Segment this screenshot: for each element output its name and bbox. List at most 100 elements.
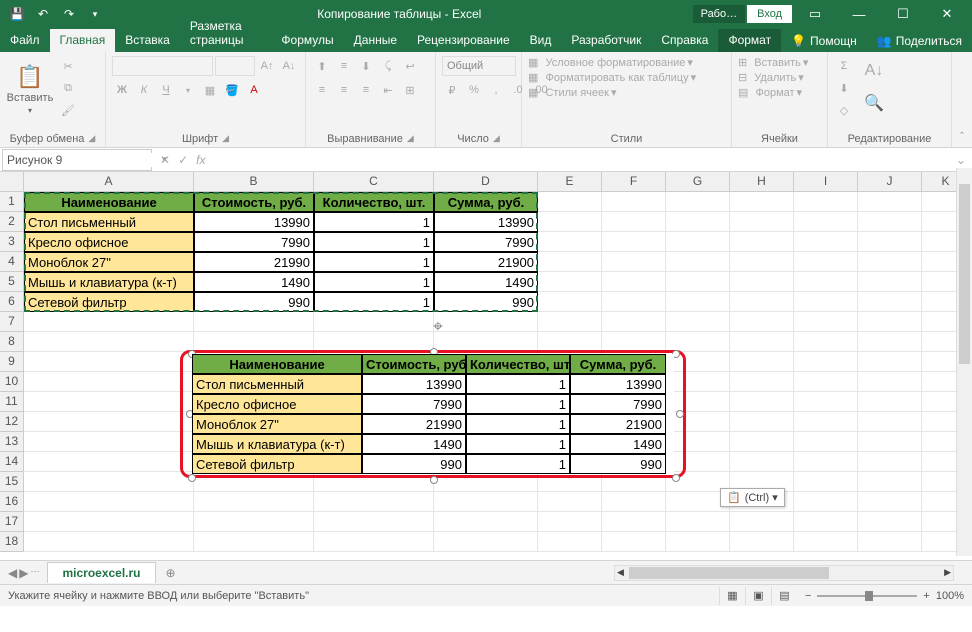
zoom-in-icon[interactable]: + bbox=[923, 590, 929, 602]
dialog-launcher-icon[interactable]: ◢ bbox=[222, 133, 229, 145]
cell[interactable]: 990 bbox=[434, 292, 538, 312]
autosum-icon[interactable]: Σ bbox=[834, 56, 854, 76]
cell[interactable] bbox=[538, 312, 602, 332]
cell[interactable] bbox=[858, 472, 922, 492]
column-header[interactable]: D bbox=[434, 172, 538, 192]
cell[interactable] bbox=[434, 332, 538, 352]
mode-badge[interactable]: Рабо… bbox=[693, 5, 746, 23]
cell[interactable] bbox=[24, 312, 194, 332]
column-header[interactable]: A bbox=[24, 172, 194, 192]
cell[interactable] bbox=[666, 192, 730, 212]
cell[interactable] bbox=[538, 212, 602, 232]
align-right-icon[interactable]: ≡ bbox=[356, 80, 376, 100]
share-button[interactable]: 👥Поделиться bbox=[867, 30, 972, 52]
pasted-picture[interactable]: НаименованиеСтоимость, руб.Количество, ш… bbox=[192, 354, 674, 474]
find-icon[interactable]: 🔍 bbox=[864, 88, 884, 118]
row-header[interactable]: 8 bbox=[0, 332, 24, 352]
dialog-launcher-icon[interactable]: ◢ bbox=[493, 133, 500, 145]
cell[interactable]: Количество, шт. bbox=[314, 192, 434, 212]
row-header[interactable]: 15 bbox=[0, 472, 24, 492]
column-header[interactable]: F bbox=[602, 172, 666, 192]
column-header[interactable]: J bbox=[858, 172, 922, 192]
underline-button[interactable]: Ч bbox=[156, 80, 176, 100]
cell[interactable]: Наименование bbox=[24, 192, 194, 212]
cell[interactable] bbox=[730, 412, 794, 432]
expand-formula-icon[interactable]: ⌄ bbox=[950, 153, 972, 167]
name-box-input[interactable] bbox=[7, 153, 162, 167]
cell[interactable] bbox=[666, 312, 730, 332]
copy-icon[interactable]: ⧉ bbox=[58, 78, 78, 98]
cell[interactable] bbox=[666, 292, 730, 312]
cell[interactable]: 1 bbox=[314, 292, 434, 312]
cell[interactable]: 21990 bbox=[194, 252, 314, 272]
cell[interactable] bbox=[858, 232, 922, 252]
cell[interactable] bbox=[794, 452, 858, 472]
align-left-icon[interactable]: ≡ bbox=[312, 80, 332, 100]
cell[interactable] bbox=[602, 252, 666, 272]
border-icon[interactable]: ▦ bbox=[200, 80, 220, 100]
cell[interactable] bbox=[730, 352, 794, 372]
cell[interactable] bbox=[194, 312, 314, 332]
tab-view[interactable]: Вид bbox=[520, 29, 562, 52]
cell[interactable] bbox=[794, 512, 858, 532]
cell[interactable] bbox=[602, 472, 666, 492]
cell[interactable] bbox=[666, 232, 730, 252]
cell[interactable] bbox=[602, 332, 666, 352]
cell[interactable] bbox=[666, 252, 730, 272]
cell[interactable] bbox=[666, 352, 730, 372]
cell[interactable] bbox=[858, 492, 922, 512]
row-header[interactable]: 1 bbox=[0, 192, 24, 212]
currency-icon[interactable]: ₽ bbox=[442, 80, 462, 100]
cell[interactable] bbox=[24, 352, 194, 372]
cell[interactable]: 13990 bbox=[434, 212, 538, 232]
cell[interactable] bbox=[602, 512, 666, 532]
tab-review[interactable]: Рецензирование bbox=[407, 29, 520, 52]
cell[interactable] bbox=[858, 392, 922, 412]
enter-formula-icon[interactable]: ✓ bbox=[178, 153, 188, 167]
collapse-ribbon-icon[interactable]: ˆ bbox=[952, 52, 972, 147]
row-header[interactable]: 2 bbox=[0, 212, 24, 232]
cell[interactable] bbox=[24, 492, 194, 512]
column-header[interactable]: B bbox=[194, 172, 314, 192]
cell[interactable] bbox=[602, 492, 666, 512]
row-header[interactable]: 13 bbox=[0, 432, 24, 452]
cell[interactable] bbox=[794, 472, 858, 492]
tab-formulas[interactable]: Формулы bbox=[271, 29, 343, 52]
cell[interactable] bbox=[602, 312, 666, 332]
cell[interactable] bbox=[666, 272, 730, 292]
cell[interactable]: 1 bbox=[314, 252, 434, 272]
zoom-out-icon[interactable]: − bbox=[805, 590, 811, 602]
sheet-nav-next-icon[interactable]: ▶ bbox=[19, 566, 28, 580]
cell[interactable] bbox=[24, 412, 194, 432]
cell[interactable] bbox=[538, 492, 602, 512]
cell[interactable]: 990 bbox=[194, 292, 314, 312]
cell[interactable] bbox=[24, 392, 194, 412]
cell[interactable] bbox=[730, 452, 794, 472]
row-header[interactable]: 3 bbox=[0, 232, 24, 252]
cell[interactable]: 7990 bbox=[194, 232, 314, 252]
cell[interactable] bbox=[314, 532, 434, 552]
cell[interactable] bbox=[24, 452, 194, 472]
cell[interactable] bbox=[314, 472, 434, 492]
cell[interactable] bbox=[794, 412, 858, 432]
percent-icon[interactable]: % bbox=[464, 80, 484, 100]
close-icon[interactable]: ✕ bbox=[926, 0, 968, 28]
grow-font-icon[interactable]: A↑ bbox=[257, 56, 277, 76]
cell[interactable] bbox=[794, 332, 858, 352]
cell[interactable]: Сумма, руб. bbox=[434, 192, 538, 212]
cell[interactable] bbox=[730, 372, 794, 392]
zoom-slider[interactable] bbox=[817, 595, 917, 597]
cell[interactable] bbox=[24, 472, 194, 492]
row-header[interactable]: 14 bbox=[0, 452, 24, 472]
number-format[interactable]: Общий bbox=[447, 60, 483, 72]
cell[interactable]: Сетевой фильтр bbox=[24, 292, 194, 312]
cell[interactable] bbox=[666, 452, 730, 472]
format-cells-button[interactable]: ▤ Формат ▾ bbox=[738, 86, 802, 99]
cell[interactable] bbox=[666, 512, 730, 532]
cell[interactable] bbox=[666, 432, 730, 452]
cell[interactable] bbox=[314, 332, 434, 352]
cell[interactable] bbox=[666, 532, 730, 552]
cell[interactable] bbox=[858, 352, 922, 372]
redo-icon[interactable]: ↷ bbox=[58, 3, 80, 25]
cell[interactable] bbox=[858, 532, 922, 552]
